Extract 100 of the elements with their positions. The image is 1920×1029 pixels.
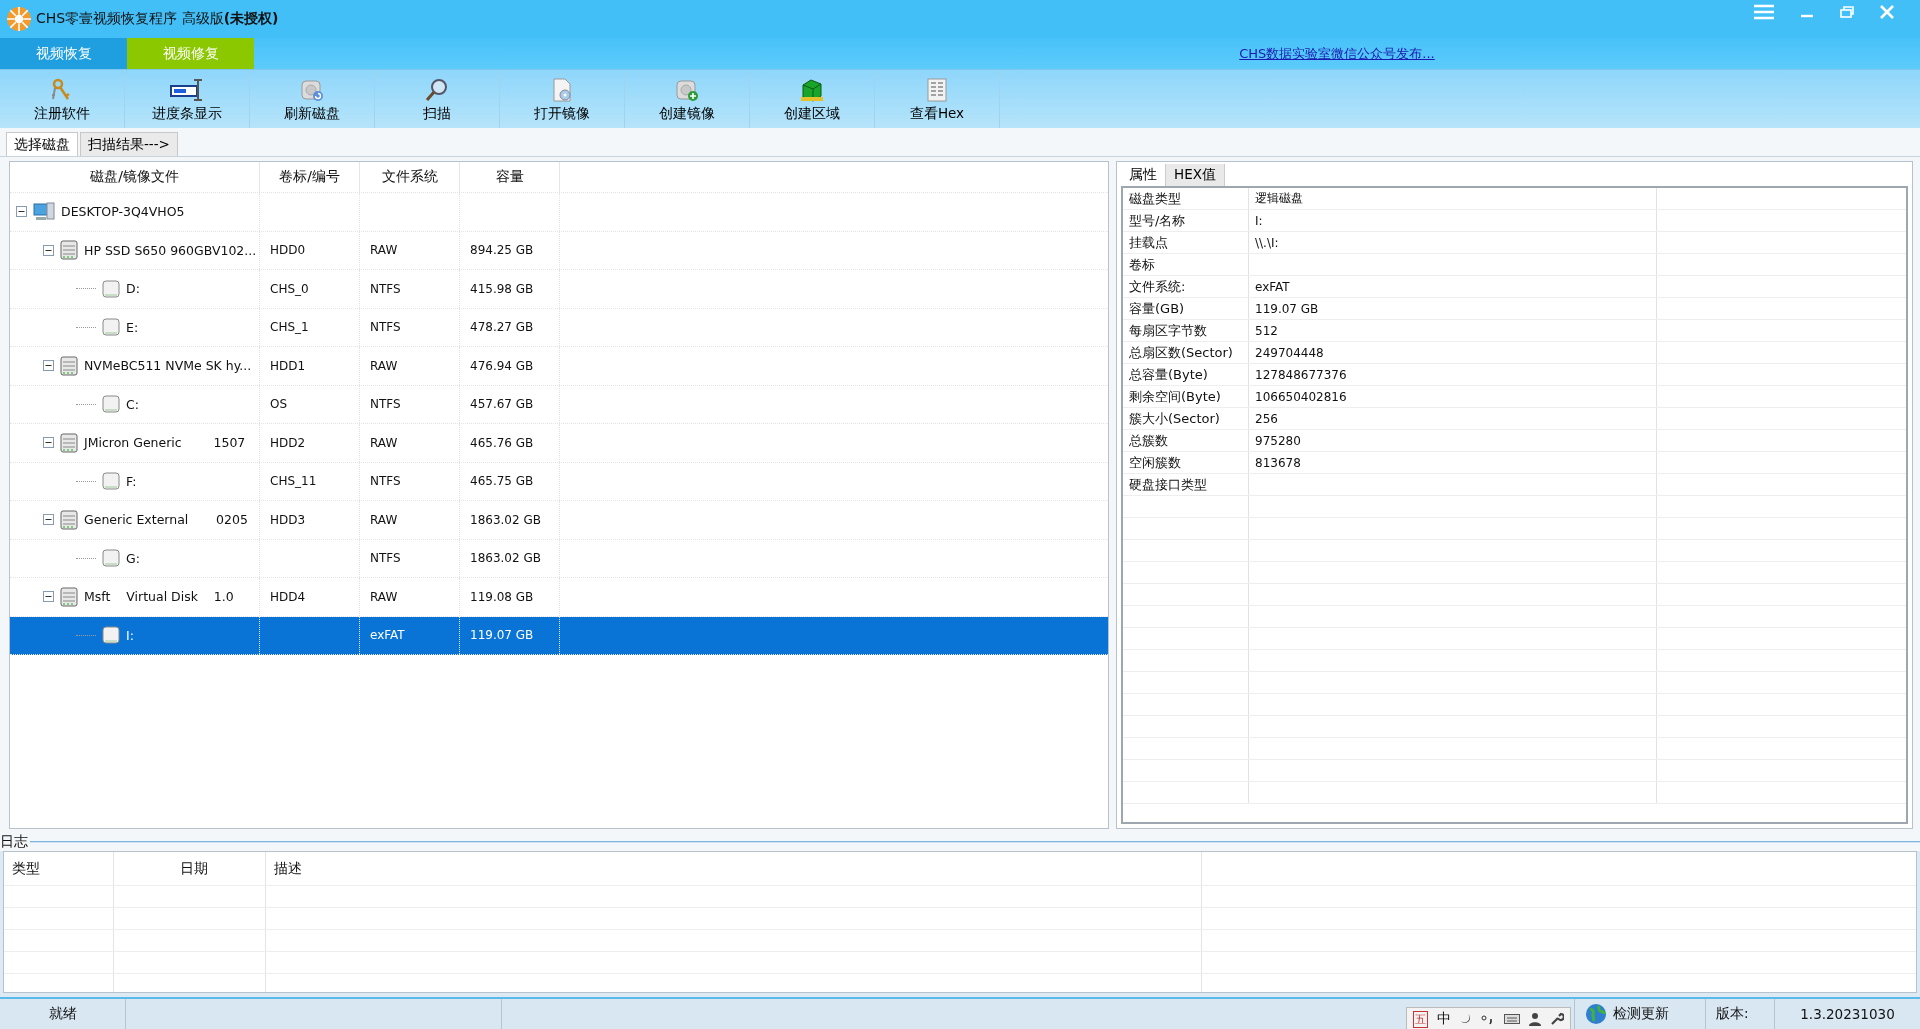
ime-button[interactable]: 五 <box>1413 1010 1428 1028</box>
table-cell: NTFS <box>370 320 401 335</box>
tree-item-name: DESKTOP-3Q4VHO5 <box>61 204 185 220</box>
cube-icon <box>800 78 824 102</box>
table-cell: 415.98 GB <box>470 281 534 296</box>
table-cell: 476.94 GB <box>470 358 534 373</box>
tree-row[interactable]: C: OS NTFS 457.67 GB <box>10 385 1108 424</box>
notice-link[interactable]: CHS数据实验室微信公众号发布... <box>1239 44 1435 63</box>
magnifier-icon <box>425 78 449 102</box>
keyboard-icon[interactable] <box>1504 1013 1520 1025</box>
table-cell: 457.67 GB <box>470 397 534 412</box>
table-cell: RAW <box>370 435 398 450</box>
table-cell: 894.25 GB <box>470 243 534 258</box>
table-cell: 119.08 GB <box>470 589 534 604</box>
tree-item-name: Msft Virtual Disk 1.0 <box>84 589 234 605</box>
column-header[interactable]: 容量 <box>460 162 560 192</box>
property-name: 硬盘接口类型 <box>1123 474 1249 495</box>
property-value: 813678 <box>1255 455 1301 470</box>
table-cell: RAW <box>370 358 398 373</box>
column-header[interactable]: 类型 <box>12 859 40 878</box>
table-cell: OS <box>270 397 288 412</box>
table-cell: RAW <box>370 589 398 604</box>
disk-add-icon <box>675 78 699 102</box>
wrench-icon[interactable] <box>1550 1012 1564 1026</box>
table-cell: 478.27 GB <box>470 320 534 335</box>
table-cell: exFAT <box>370 628 405 643</box>
collapse-icon[interactable] <box>43 591 54 603</box>
globe-icon <box>1585 1003 1607 1025</box>
collapse-icon[interactable] <box>43 244 54 256</box>
tree-item-name: D: <box>126 281 140 297</box>
tree-item-name: F: <box>126 473 137 489</box>
tree-row[interactable]: NVMeBC511 NVMe SK hy... HDD1 RAW 476.94 GB <box>10 347 1108 386</box>
property-value: I: <box>1255 213 1263 228</box>
table-cell: CHS_1 <box>270 320 309 335</box>
tree-item-name: NVMeBC511 NVMe SK hy... <box>84 358 252 374</box>
tree-row[interactable]: Msft Virtual Disk 1.0 HDD4 RAW 119.08 GB <box>10 578 1108 617</box>
page-tab[interactable]: 扫描结果---> <box>80 132 178 156</box>
tree-row[interactable]: G: NTFS 1863.02 GB <box>10 539 1108 578</box>
property-name: 容量(GB) <box>1123 298 1249 319</box>
tree-row[interactable]: HP SSD S650 960GBV102... HDD0 RAW 894.25 GB <box>10 231 1108 270</box>
window-title: CHS零壹视频恢复程序 高级版(未授权) <box>36 10 279 28</box>
drive-icon <box>102 472 120 491</box>
property-name: 剩余空间(Byte) <box>1123 386 1249 407</box>
column-header[interactable]: 日期 <box>179 859 208 878</box>
check-update-link[interactable]: 检测更新 <box>1613 1005 1669 1023</box>
punctuation-icon[interactable] <box>1481 1013 1495 1025</box>
column-header[interactable]: 卷标/编号 <box>260 162 360 192</box>
property-value: 逻辑磁盘 <box>1255 190 1303 207</box>
hard-drive-icon <box>60 586 78 607</box>
property-value: 127848677376 <box>1255 367 1347 382</box>
column-header[interactable]: 磁盘/镜像文件 <box>10 162 260 192</box>
hex-document-icon <box>927 78 947 102</box>
status-text: 就绪 <box>0 999 126 1029</box>
property-name: 卷标 <box>1123 254 1249 275</box>
property-value: 256 <box>1255 411 1278 426</box>
hard-drive-icon <box>60 240 78 261</box>
property-name: 空闲簇数 <box>1123 452 1249 473</box>
collapse-icon[interactable] <box>43 514 54 526</box>
drive-icon <box>102 279 120 298</box>
version-label: 版本: <box>1706 999 1775 1029</box>
table-cell: NTFS <box>370 397 401 412</box>
tree-row[interactable]: D: CHS_0 NTFS 415.98 GB <box>10 270 1108 309</box>
column-header[interactable]: 文件系统 <box>360 162 460 192</box>
disk-refresh-icon <box>300 78 324 102</box>
collapse-icon[interactable] <box>43 437 54 449</box>
tree-row[interactable]: Generic External 0205 HDD3 RAW 1863.02 GB <box>10 501 1108 540</box>
collapse-icon[interactable] <box>43 360 54 372</box>
collapse-icon[interactable] <box>16 206 27 218</box>
property-value: 249704448 <box>1255 345 1324 360</box>
tree-item-name: E: <box>126 319 139 335</box>
tree-row[interactable]: DESKTOP-3Q4VHO5 <box>10 193 1108 232</box>
app-logo-icon <box>6 6 32 32</box>
tree-row[interactable]: I: exFAT 119.07 GB <box>10 616 1108 655</box>
column-header[interactable]: 描述 <box>274 859 302 878</box>
property-name: 总扇区数(Sector) <box>1123 342 1249 363</box>
detail-tab[interactable]: HEX值 <box>1166 164 1225 186</box>
table-cell: RAW <box>370 512 398 527</box>
table-cell: NTFS <box>370 551 401 566</box>
tree-row[interactable]: JMicron Generic 1507 HDD2 RAW 465.76 GB <box>10 424 1108 463</box>
tree-item-name: JMicron Generic 1507 <box>84 435 246 451</box>
hard-drive-icon <box>60 432 78 453</box>
hard-drive-icon <box>60 355 78 376</box>
property-name: 文件系统: <box>1123 276 1249 297</box>
user-icon[interactable] <box>1529 1012 1541 1026</box>
property-value: \\.\I: <box>1255 235 1279 250</box>
property-value: 106650402816 <box>1255 389 1347 404</box>
moon-icon[interactable] <box>1460 1013 1472 1025</box>
page-tab[interactable]: 选择磁盘 <box>6 132 78 156</box>
ime-button[interactable]: 中 <box>1437 1010 1451 1028</box>
progress-bar-icon <box>170 78 204 102</box>
property-value: 119.07 GB <box>1255 301 1319 316</box>
table-cell: CHS_11 <box>270 474 317 489</box>
property-value: 975280 <box>1255 433 1301 448</box>
table-cell: 1863.02 GB <box>470 551 541 566</box>
tree-row[interactable]: E: CHS_1 NTFS 478.27 GB <box>10 308 1108 347</box>
drive-icon <box>102 626 120 645</box>
tree-row[interactable]: F: CHS_11 NTFS 465.75 GB <box>10 462 1108 501</box>
drive-icon <box>102 395 120 414</box>
table-cell: 119.07 GB <box>470 628 534 643</box>
computer-icon <box>33 201 55 222</box>
